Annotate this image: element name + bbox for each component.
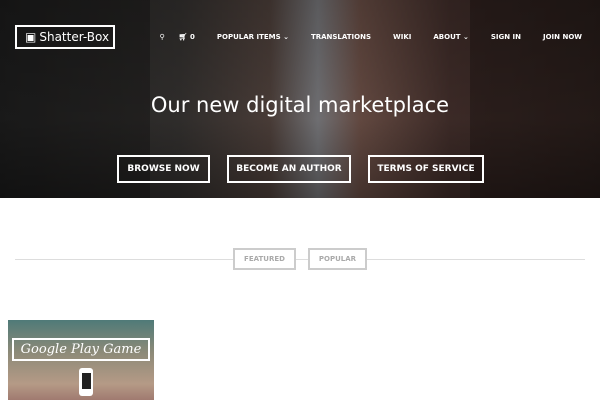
nav-about[interactable]: ABOUT ⌄ — [433, 33, 468, 41]
item-card[interactable]: Google Play Game — [8, 320, 154, 400]
cart-button[interactable]: 🛒︎ 0 — [179, 33, 195, 41]
nav-wiki[interactable]: WIKI — [393, 33, 411, 41]
search-icon[interactable]: ⚲ — [160, 33, 165, 41]
nav-join-now[interactable]: JOIN NOW — [543, 33, 582, 41]
nav-popular-items[interactable]: POPULAR ITEMS ⌄ — [217, 33, 289, 41]
tab-featured[interactable]: FEATURED — [233, 248, 296, 270]
divider — [15, 259, 585, 260]
cart-icon: 🛒︎ — [178, 33, 188, 41]
logo[interactable]: ▣ Shatter-Box — [15, 25, 115, 49]
item-title: Google Play Game — [12, 338, 150, 361]
nav-translations[interactable]: TRANSLATIONS — [311, 33, 371, 41]
hero-banner: ▣ Shatter-Box ⚲ 🛒︎ 0 POPULAR ITEMS ⌄ TRAN… — [0, 0, 600, 198]
tab-popular[interactable]: POPULAR — [308, 248, 367, 270]
become-author-button[interactable]: BECOME AN AUTHOR — [227, 155, 351, 183]
hero-title: Our new digital marketplace — [150, 93, 450, 117]
chevron-down-icon: ⌄ — [283, 33, 289, 41]
box-icon: ▣ — [25, 30, 37, 44]
phone-icon — [79, 368, 93, 396]
chevron-down-icon: ⌄ — [462, 33, 469, 41]
nav-sign-in[interactable]: SIGN IN — [491, 33, 521, 41]
main-nav: ⚲ 🛒︎ 0 POPULAR ITEMS ⌄ TRANSLATIONS WIKI… — [160, 33, 582, 41]
browse-now-button[interactable]: BROWSE NOW — [117, 155, 210, 183]
terms-of-service-button[interactable]: TERMS OF SERVICE — [368, 155, 484, 183]
